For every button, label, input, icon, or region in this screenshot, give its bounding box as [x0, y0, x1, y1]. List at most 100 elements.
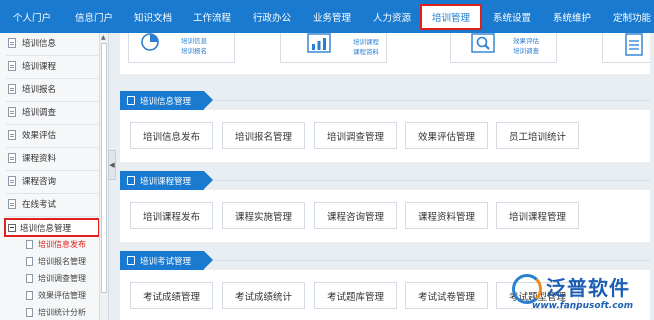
sidebar-item-online-exam[interactable]: 在线考试: [8, 196, 56, 212]
sidebar-subitem-label: 培训报名管理: [38, 257, 86, 266]
sidebar-subitem-label: 培训统计分析: [38, 308, 86, 317]
sidebar-subitem-label: 效果评估管理: [38, 291, 86, 300]
document-icon: [8, 61, 16, 71]
sidebar-item-training-courses[interactable]: 培训课程: [8, 58, 56, 74]
divider: [214, 260, 650, 261]
fanpusoft-logo: 泛普软件 www.fanpusoft.com: [512, 270, 652, 318]
sidebar-group-training-info-management[interactable]: 培训信息管理: [4, 218, 100, 237]
sidebar-subitem-registration-management[interactable]: 培训报名管理: [26, 254, 86, 269]
sidebar-subitem-label: 培训调查管理: [38, 274, 86, 283]
course-consulting-button[interactable]: 课程咨询管理: [314, 202, 397, 229]
sidebar-item-training-registration[interactable]: 培训报名: [8, 81, 56, 97]
section-title: 培训考试管理: [140, 256, 192, 267]
sidebar-scrollbar[interactable]: ▲: [99, 33, 108, 320]
section-button-row: 培训课程发布 课程实施管理 课程咨询管理 课程资料管理 培训课程管理: [120, 190, 650, 242]
nav-workflow[interactable]: 工作流程: [193, 10, 231, 24]
nav-personal-portal[interactable]: 个人门户: [13, 10, 51, 24]
sidebar-item-training-info[interactable]: 培训信息: [8, 35, 56, 51]
sidebar-item-effect-evaluation[interactable]: 效果评估: [8, 127, 56, 143]
document-icon: [8, 153, 16, 163]
document-icon: [26, 308, 33, 317]
logo-url: www.fanpusoft.com: [532, 301, 634, 311]
evaluation-management-button[interactable]: 效果评估管理: [405, 122, 488, 149]
document-icon: [623, 33, 645, 57]
course-implementation-button[interactable]: 课程实施管理: [222, 202, 305, 229]
sidebar-item-course-materials[interactable]: 课程资料: [8, 150, 56, 166]
document-icon: [8, 199, 16, 209]
quick-link-document[interactable]: [602, 33, 650, 63]
course-management-button[interactable]: 培训课程管理: [496, 202, 579, 229]
document-icon: [26, 291, 33, 300]
question-bank-button[interactable]: 考试题库管理: [314, 282, 397, 309]
quick-link-training-info[interactable]: 培训信息 培训报名: [128, 33, 235, 63]
collapse-minus-icon[interactable]: [8, 223, 16, 232]
section-title: 培训信息管理: [140, 96, 192, 107]
section-icon: [127, 256, 135, 265]
training-info-publish-button[interactable]: 培训信息发布: [130, 122, 213, 149]
divider: [6, 193, 98, 194]
quick-link-training-courses[interactable]: 培训课程 课程资料: [280, 33, 387, 63]
section-icon: [127, 176, 135, 185]
survey-management-button[interactable]: 培训调查管理: [314, 122, 397, 149]
sidebar-collapse-toggle[interactable]: ◀: [108, 150, 116, 180]
nav-training-management[interactable]: 培训管理: [419, 4, 483, 30]
document-icon: [26, 240, 33, 249]
sidebar-item-label: 培训调查: [22, 108, 57, 118]
nav-system-settings[interactable]: 系统设置: [493, 10, 531, 24]
scrollbar-thumb[interactable]: [101, 43, 107, 293]
sidebar-subitem-evaluation-management[interactable]: 效果评估管理: [26, 288, 86, 303]
nav-admin-office[interactable]: 行政办公: [253, 10, 291, 24]
document-icon: [8, 84, 16, 94]
logo-mark-icon: [512, 274, 542, 304]
nav-custom-functions[interactable]: 定制功能: [613, 10, 651, 24]
sidebar-subitem-survey-management[interactable]: 培训调查管理: [26, 271, 86, 286]
top-navigation: 个人门户 信息门户 知识文档 工作流程 行政办公 业务管理 人力资源 培训管理 …: [0, 0, 654, 33]
document-icon: [8, 130, 16, 140]
nav-knowledge-docs[interactable]: 知识文档: [134, 10, 172, 24]
employee-training-statistics-button[interactable]: 员工培训统计: [496, 122, 579, 149]
exam-scores-button[interactable]: 考试成绩管理: [130, 282, 213, 309]
section-title-pill: 培训课程管理: [120, 171, 213, 190]
sidebar-subitem-label: 培训信息发布: [38, 240, 86, 249]
divider: [6, 216, 98, 217]
chevron-left-icon: ◀: [109, 161, 115, 169]
nav-business-management[interactable]: 业务管理: [313, 10, 351, 24]
nav-human-resources[interactable]: 人力资源: [373, 10, 411, 24]
magnifier-icon: [471, 33, 495, 57]
sidebar-item-label: 课程资料: [22, 154, 57, 164]
divider: [6, 78, 98, 79]
document-icon: [8, 107, 16, 117]
sidebar-item-label: 培训课程: [22, 62, 57, 72]
course-publish-button[interactable]: 培训课程发布: [130, 202, 213, 229]
sidebar-item-label: 效果评估: [22, 131, 57, 141]
document-icon: [26, 274, 33, 283]
quick-links-panel: 培训信息 培训报名 培训课程 课程资料 效果评估 培训调查: [120, 33, 650, 74]
divider: [214, 100, 650, 101]
quick-link-effect-evaluation[interactable]: 效果评估 培训调查: [450, 33, 557, 63]
logo-name: 泛普软件: [546, 276, 630, 300]
document-icon: [8, 176, 16, 186]
sidebar-group-label: 培训信息管理: [20, 223, 72, 234]
sidebar-item-label: 培训报名: [22, 85, 57, 95]
divider: [6, 170, 98, 171]
exam-paper-button[interactable]: 考试试卷管理: [405, 282, 488, 309]
nav-info-portal[interactable]: 信息门户: [75, 10, 113, 24]
divider: [6, 147, 98, 148]
section-icon: [127, 96, 135, 105]
nav-system-maintenance[interactable]: 系统维护: [553, 10, 591, 24]
section-header-training-info: 培训信息管理: [120, 91, 650, 110]
document-icon: [26, 257, 33, 266]
sidebar-subitem-training-info-publish[interactable]: 培训信息发布: [26, 237, 86, 252]
sidebar-subitem-statistics[interactable]: 培训统计分析: [26, 305, 86, 320]
course-materials-button[interactable]: 课程资料管理: [405, 202, 488, 229]
sidebar-item-training-survey[interactable]: 培训调查: [8, 104, 56, 120]
scroll-up-arrow-icon[interactable]: ▲: [101, 34, 106, 41]
divider: [6, 55, 98, 56]
section-header-training-courses: 培训课程管理: [120, 171, 650, 190]
divider: [214, 180, 650, 181]
quick-link-text: 培训信息: [181, 37, 207, 45]
exam-statistics-button[interactable]: 考试成绩统计: [222, 282, 305, 309]
section-title-pill: 培训考试管理: [120, 251, 213, 270]
registration-management-button[interactable]: 培训报名管理: [222, 122, 305, 149]
sidebar-item-course-consulting[interactable]: 课程咨询: [8, 173, 56, 189]
